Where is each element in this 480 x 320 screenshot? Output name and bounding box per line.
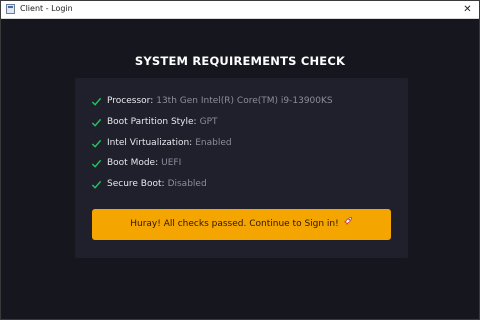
check-value: UEFI — [161, 158, 182, 168]
title-bar[interactable]: Client - Login ✕ — [1, 1, 479, 19]
rocket-icon — [343, 209, 353, 240]
check-value: 13th Gen Intel(R) Core(TM) i9-13900KS — [156, 96, 333, 106]
close-button[interactable]: ✕ — [460, 2, 475, 17]
checkmark-icon — [91, 180, 102, 189]
check-item-processor: Processor: 13th Gen Intel(R) Core(TM) i9… — [91, 94, 333, 108]
check-item-virtualization: Intel Virtualization: Enabled — [91, 136, 232, 150]
check-item-boot-partition: Boot Partition Style: GPT — [91, 115, 218, 129]
checkmark-icon — [91, 118, 102, 127]
check-label: Secure Boot: — [107, 179, 165, 189]
check-value: Enabled — [195, 138, 232, 148]
checkmark-icon — [91, 97, 102, 106]
check-item-secure-boot: Secure Boot: Disabled — [91, 177, 207, 191]
app-window: Client - Login ✕ SYSTEM REQUIREMENTS CHE… — [0, 0, 480, 320]
requirements-panel: Processor: 13th Gen Intel(R) Core(TM) i9… — [75, 78, 408, 258]
continue-button-label: Huray! All checks passed. Continue to Si… — [130, 219, 339, 229]
page-title: SYSTEM REQUIREMENTS CHECK — [134, 54, 346, 68]
check-label: Intel Virtualization: — [107, 138, 193, 148]
check-label: Boot Mode: — [107, 158, 159, 168]
app-icon — [6, 4, 15, 14]
check-label: Processor: — [107, 96, 154, 106]
check-label: Boot Partition Style: — [107, 117, 197, 127]
check-value: Disabled — [167, 179, 207, 189]
window-title: Client - Login — [20, 4, 73, 13]
continue-sign-in-button[interactable]: Huray! All checks passed. Continue to Si… — [92, 209, 391, 240]
checkmark-icon — [91, 159, 102, 168]
check-item-boot-mode: Boot Mode: UEFI — [91, 156, 181, 170]
checkmark-icon — [91, 139, 102, 148]
check-value: GPT — [199, 117, 218, 127]
